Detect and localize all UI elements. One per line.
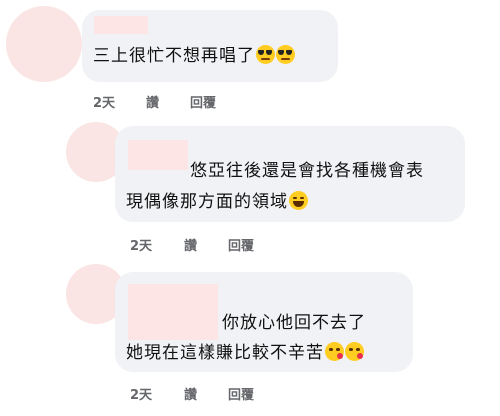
timestamp[interactable]: 2天: [130, 235, 152, 254]
comment-text: 她現在這樣賺比較不辛苦: [126, 342, 364, 364]
commenter-name[interactable]: [94, 16, 148, 34]
comment-text: 現偶像那方面的領域: [126, 191, 308, 213]
comment-text-line: 悠亞往後還是會找各種機會表: [190, 161, 424, 181]
commenter-name[interactable]: [128, 284, 218, 340]
avatar[interactable]: [6, 6, 82, 82]
face-blowing-a-kiss-icon: [325, 342, 344, 361]
comment-text-line: 現偶像那方面的領域: [126, 192, 288, 212]
comment-text-line: 她現在這樣賺比較不辛苦: [126, 343, 324, 363]
reply-link[interactable]: 回覆: [228, 235, 254, 254]
like-link[interactable]: 讚: [184, 235, 197, 254]
comment-text: 你放心他回不去了: [222, 312, 366, 334]
commenter-name[interactable]: [128, 140, 188, 170]
timestamp[interactable]: 2天: [93, 92, 115, 111]
reply-link[interactable]: 回覆: [228, 384, 254, 403]
like-link[interactable]: 讚: [146, 92, 159, 111]
smiling-face-with-sunglasses-icon: [256, 45, 275, 64]
reply-link[interactable]: 回覆: [190, 92, 216, 111]
like-link[interactable]: 讚: [184, 384, 197, 403]
timestamp[interactable]: 2天: [130, 384, 152, 403]
comment-text-line: 你放心他回不去了: [222, 313, 366, 333]
comment-text-line: 三上很忙不想再唱了: [93, 46, 255, 66]
comment-text: 三上很忙不想再唱了: [93, 45, 295, 67]
face-with-tears-of-joy-icon: [289, 191, 308, 210]
face-blowing-a-kiss-icon: [345, 342, 364, 361]
smiling-face-with-sunglasses-icon: [276, 45, 295, 64]
comment-text: 悠亞往後還是會找各種機會表: [190, 160, 424, 182]
